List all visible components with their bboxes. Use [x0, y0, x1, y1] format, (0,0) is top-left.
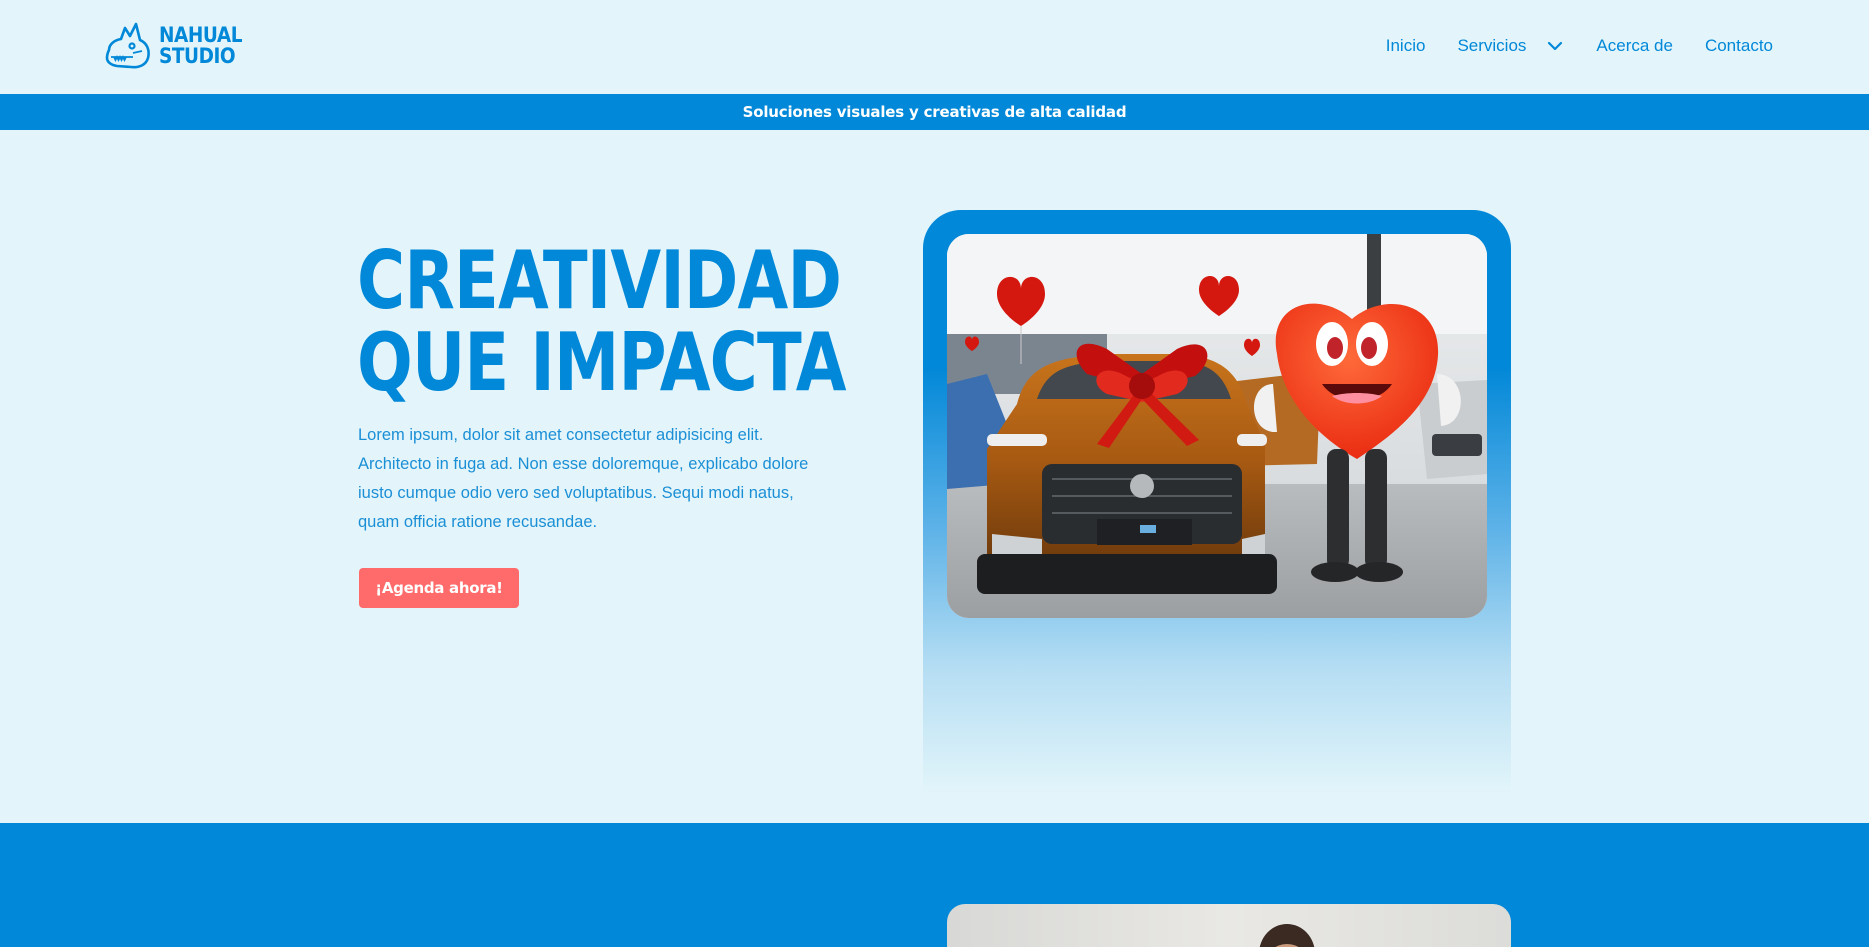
services-section [0, 823, 1869, 947]
wolf-head-logo-icon [105, 22, 150, 69]
site-header: NAHUAL STUDIO Inicio Servicios Acerca de… [0, 0, 1869, 94]
hero-photo [947, 234, 1487, 618]
logo-wordmark: NAHUAL STUDIO [159, 23, 243, 68]
nav-acerca[interactable]: Acerca de [1596, 36, 1673, 56]
schedule-button[interactable]: ¡Agenda ahora! [359, 568, 519, 608]
hero-title: CREATIVIDAD QUE IMPACTA [357, 234, 847, 409]
logo-line-2: STUDIO [159, 44, 236, 68]
section-photo [947, 904, 1511, 947]
hero-description: Lorem ipsum, dolor sit amet consectetur … [358, 426, 809, 531]
hero-title-line-2: QUE IMPACTA [357, 316, 847, 409]
portrait-illustration [1259, 924, 1315, 947]
showroom-car-illustration [947, 234, 1487, 618]
nav-contacto[interactable]: Contacto [1705, 36, 1773, 56]
site-logo[interactable]: NAHUAL STUDIO [103, 20, 253, 72]
logo-line-1: NAHUAL [159, 23, 243, 47]
main-nav: Inicio Servicios Acerca de Contacto [1354, 36, 1773, 56]
chevron-down-icon[interactable] [1546, 37, 1564, 55]
announcement-bar: Soluciones visuales y creativas de alta … [0, 94, 1869, 130]
nav-servicios-label[interactable]: Servicios [1457, 36, 1526, 56]
nav-servicios[interactable]: Servicios [1457, 36, 1564, 56]
nav-inicio[interactable]: Inicio [1386, 36, 1426, 56]
hero-title-line-1: CREATIVIDAD [357, 234, 842, 327]
